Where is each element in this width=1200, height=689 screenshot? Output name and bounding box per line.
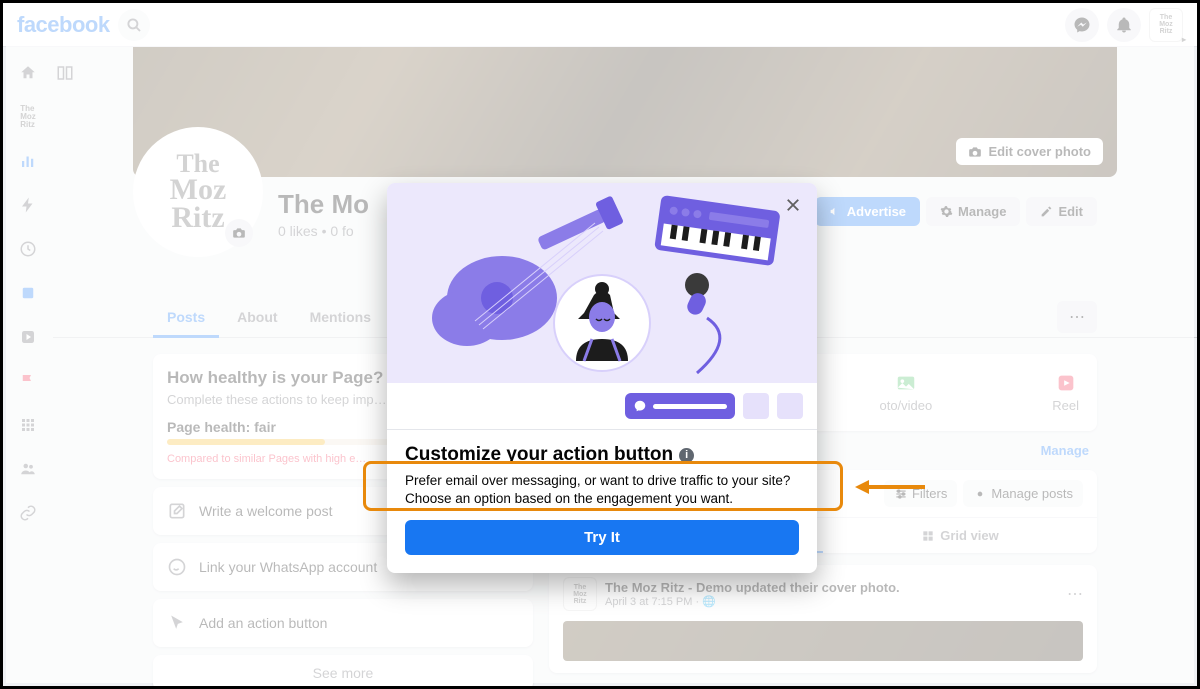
rail-page-icon[interactable]: TheMozRitz xyxy=(16,105,40,129)
edit-button[interactable]: Edit xyxy=(1026,197,1097,226)
page-avatar[interactable]: The Moz Ritz xyxy=(133,127,263,257)
rail-panels-icon[interactable] xyxy=(53,61,77,85)
modal-illustration xyxy=(387,183,817,383)
gear-icon xyxy=(973,487,987,501)
gear-icon xyxy=(940,205,953,218)
rail-people-icon[interactable] xyxy=(16,457,40,481)
messenger-icon xyxy=(1073,16,1091,34)
close-icon xyxy=(784,196,802,214)
rail-link-icon[interactable] xyxy=(16,501,40,525)
filters-button[interactable]: Filters xyxy=(884,480,957,507)
modal-description: Prefer email over messaging, or want to … xyxy=(405,472,799,508)
rail-bolt-icon[interactable] xyxy=(16,193,40,217)
post-menu-button[interactable]: ⋯ xyxy=(1067,584,1083,604)
create-reel[interactable]: Reel xyxy=(1052,372,1079,413)
cover-photo: Edit cover photo xyxy=(133,47,1117,177)
modal-title: Customize your action button i xyxy=(405,444,694,466)
rail-grid-icon[interactable] xyxy=(16,413,40,437)
rail-play-icon[interactable] xyxy=(16,325,40,349)
messenger-icon xyxy=(633,399,647,413)
post-image xyxy=(563,621,1083,661)
rail-insights-icon[interactable] xyxy=(16,149,40,173)
post-headline: The Moz Ritz - Demo updated their cover … xyxy=(605,580,900,595)
action-add-button[interactable]: Add an action button xyxy=(153,599,533,647)
post-avatar[interactable]: The Moz Ritz xyxy=(563,577,597,611)
rail-clock-icon[interactable] xyxy=(16,237,40,261)
bell-icon xyxy=(1115,16,1133,34)
rail-square-icon[interactable] xyxy=(16,281,40,305)
rail-flag-icon[interactable] xyxy=(16,369,40,393)
avatar-camera-button[interactable] xyxy=(225,219,253,247)
compose-icon xyxy=(167,501,187,521)
create-photo-video[interactable]: oto/video xyxy=(879,372,932,413)
account-avatar[interactable]: The Moz Ritz xyxy=(1149,8,1183,42)
tab-about[interactable]: About xyxy=(223,297,291,337)
search-button[interactable] xyxy=(118,9,150,41)
facebook-logo[interactable]: facebook xyxy=(17,12,110,38)
left-rail: TheMozRitz xyxy=(3,47,53,686)
photo-icon xyxy=(895,372,917,394)
cursor-icon xyxy=(167,613,187,633)
customize-action-modal: Customize your action button i Prefer em… xyxy=(387,183,817,573)
rail-home-icon[interactable] xyxy=(16,61,40,85)
post-item: The Moz Ritz The Moz Ritz - Demo updated… xyxy=(549,565,1097,673)
modal-badge-row xyxy=(387,383,817,430)
edit-cover-button[interactable]: Edit cover photo xyxy=(956,138,1103,165)
grid-icon xyxy=(921,529,935,543)
see-more-button[interactable]: See more xyxy=(153,655,533,686)
manage-posts-button[interactable]: Manage posts xyxy=(963,480,1083,507)
info-icon[interactable]: i xyxy=(679,448,694,463)
grid-view-tab[interactable]: Grid view xyxy=(823,518,1097,553)
tab-more-button[interactable]: ⋯ xyxy=(1057,301,1097,333)
camera-icon xyxy=(968,145,982,159)
manage-button[interactable]: Manage xyxy=(926,197,1020,226)
try-it-button[interactable]: Try It xyxy=(405,520,799,555)
tab-posts[interactable]: Posts xyxy=(153,297,219,337)
page-title: The Mo xyxy=(278,189,369,220)
action-pill-preview xyxy=(625,393,735,419)
tab-mentions[interactable]: Mentions xyxy=(296,297,385,337)
reel-icon xyxy=(1055,372,1077,394)
post-meta: April 3 at 7:15 PM · 🌐 xyxy=(605,595,900,608)
messenger-button[interactable] xyxy=(1065,8,1099,42)
pencil-icon xyxy=(1040,205,1053,218)
page-subtitle: 0 likes • 0 fo xyxy=(278,223,354,239)
filters-icon xyxy=(894,487,908,501)
notifications-button[interactable] xyxy=(1107,8,1141,42)
search-icon xyxy=(125,16,143,34)
advertise-button[interactable]: Advertise xyxy=(815,197,920,226)
modal-close-button[interactable] xyxy=(779,191,807,219)
whatsapp-icon xyxy=(167,557,187,577)
camera-icon xyxy=(232,226,246,240)
manage-link[interactable]: Manage xyxy=(1041,443,1089,458)
megaphone-icon xyxy=(829,205,842,218)
